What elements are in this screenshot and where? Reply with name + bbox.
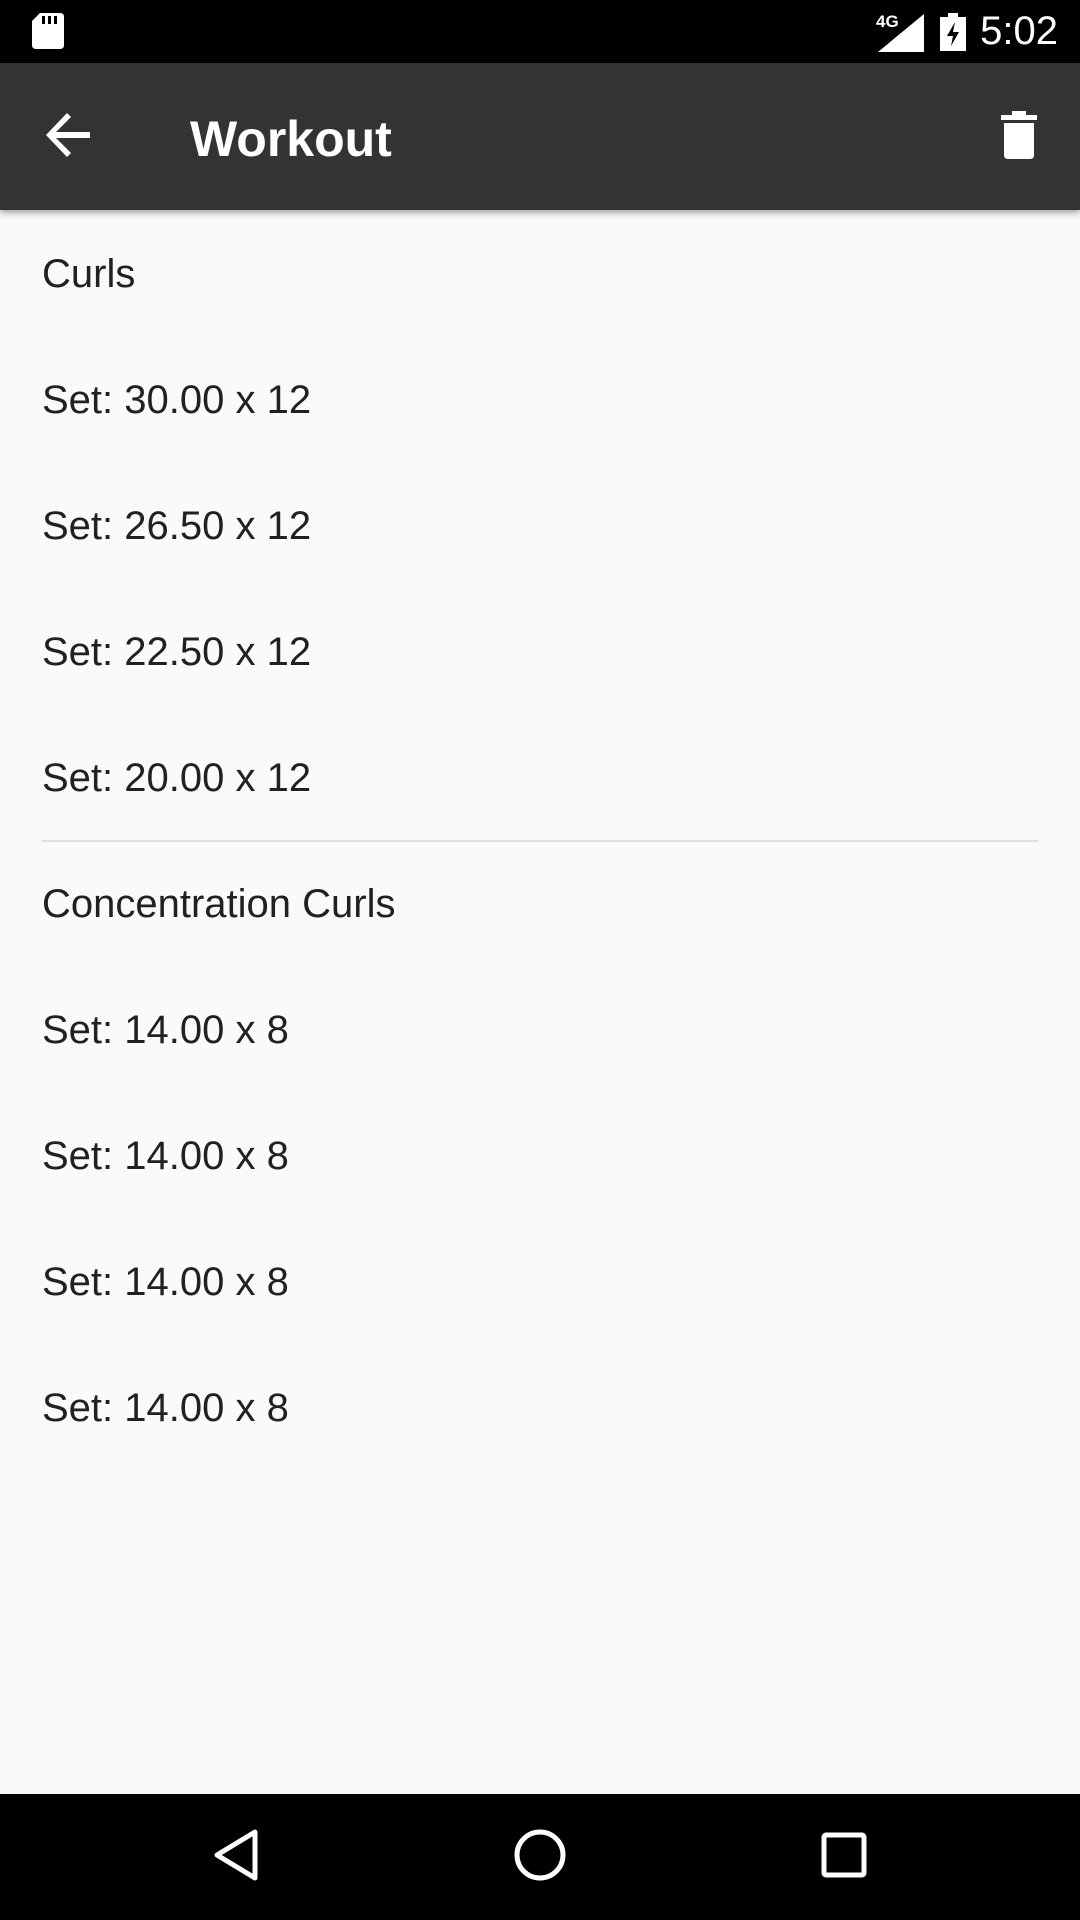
nav-recents-button[interactable] (814, 1827, 874, 1887)
set-row[interactable]: Set: 14.00 x 8 (42, 1258, 289, 1306)
workout-list: Curls Set: 30.00 x 12 Set: 26.50 x 12 Se… (0, 210, 1080, 1794)
home-circle-icon (513, 1828, 567, 1887)
status-bar: 4G 5:02 (0, 0, 1080, 63)
set-row[interactable]: Set: 14.00 x 8 (42, 1132, 289, 1180)
set-row[interactable]: Set: 20.00 x 12 (42, 754, 311, 802)
battery-charging-icon (940, 13, 966, 56)
signal-icon (878, 14, 924, 57)
app-bar: Workout (0, 63, 1080, 210)
nav-home-button[interactable] (510, 1827, 570, 1887)
page-title: Workout (190, 111, 392, 167)
set-row[interactable]: Set: 26.50 x 12 (42, 502, 311, 550)
back-button[interactable] (34, 102, 104, 172)
exercise-title: Concentration Curls (42, 882, 396, 926)
set-row[interactable]: Set: 30.00 x 12 (42, 376, 311, 424)
delete-icon (999, 110, 1039, 164)
set-row[interactable]: Set: 22.50 x 12 (42, 628, 311, 676)
exercise-divider (42, 840, 1038, 842)
sd-card-icon (32, 13, 64, 54)
delete-button[interactable] (984, 102, 1054, 172)
back-triangle-icon (211, 1828, 261, 1887)
nav-back-button[interactable] (206, 1827, 266, 1887)
arrow-back-icon (46, 112, 92, 163)
recents-square-icon (820, 1831, 868, 1884)
system-nav-bar (0, 1794, 1080, 1920)
exercise-title: Curls (42, 252, 136, 296)
set-row[interactable]: Set: 14.00 x 8 (42, 1384, 289, 1432)
set-row[interactable]: Set: 14.00 x 8 (42, 1006, 289, 1054)
status-time: 5:02 (980, 9, 1058, 53)
